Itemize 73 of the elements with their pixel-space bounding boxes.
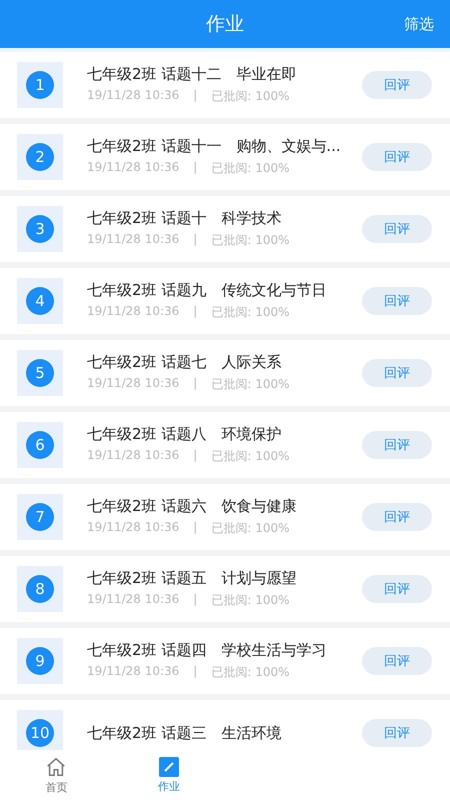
assignment-title: 七年级2班 话题九 传统文化与节日 [87,281,328,300]
assignment-title: 七年级2班 话题四 学校生活与学习 [87,641,328,660]
separator: | [193,88,198,104]
separator: | [193,232,198,248]
filter-link[interactable]: 筛选 [404,14,434,34]
assignment-date: 19/11/28 10:36 [87,88,180,104]
number-badge: 6 [26,431,54,459]
review-status: 已批阅: 100% [211,520,290,537]
assignment-date: 19/11/28 10:36 [87,592,180,608]
review-status: 已批阅: 100% [211,448,290,465]
assignment-row[interactable]: 6 七年级2班 话题八 环境保护 19/11/28 10:36 | 已批阅: 100% 回评 [0,412,450,478]
review-button[interactable]: 回评 [362,575,432,603]
assignment-title: 七年级2班 话题六 饮食与健康 [87,497,298,516]
separator: | [193,376,198,392]
separator: | [193,592,198,608]
review-status: 已批阅: 100% [211,592,290,609]
review-button[interactable]: 回评 [362,719,432,747]
review-button[interactable]: 回评 [362,503,432,531]
assignment-title: 七年级2班 话题十二 毕业在即 [87,65,298,84]
assignment-row[interactable]: 3 七年级2班 话题十 科学技术 19/11/28 10:36 | 已批阅: 100% 回评 [0,196,450,262]
review-button[interactable]: 回评 [362,71,432,99]
assignment-row[interactable]: 5 七年级2班 话题七 人际关系 19/11/28 10:36 | 已批阅: 100% 回评 [0,340,450,406]
number-badge: 9 [26,647,54,675]
assignment-row[interactable]: 10 七年级2班 话题三 生活环境 回评 [0,700,450,750]
assignment-date: 19/11/28 10:36 [87,304,180,320]
review-button[interactable]: 回评 [362,359,432,387]
review-button[interactable]: 回评 [362,287,432,315]
number-badge: 5 [26,359,54,387]
assignment-row[interactable]: 7 七年级2班 话题六 饮食与健康 19/11/28 10:36 | 已批阅: 100% 回评 [0,484,450,550]
assignment-title: 七年级2班 话题十一 购物、文娱与... [87,137,342,156]
review-status: 已批阅: 100% [211,376,290,393]
separator: | [193,520,198,536]
assignment-date: 19/11/28 10:36 [87,232,180,248]
separator: | [193,304,198,320]
assignment-title: 七年级2班 话题八 环境保护 [87,425,282,444]
assignment-date: 19/11/28 10:36 [87,520,180,536]
review-status: 已批阅: 100% [211,664,290,681]
number-badge: 3 [26,215,54,243]
assignment-title: 七年级2班 话题七 人际关系 [87,353,282,372]
home-icon [45,756,68,778]
separator: | [193,448,198,464]
review-status: 已批阅: 100% [211,160,290,177]
assignment-row[interactable]: 9 七年级2班 话题四 学校生活与学习 19/11/28 10:36 | 已批阅: 100% 回评 [0,628,450,694]
assignment-title: 七年级2班 话题十 科学技术 [87,209,282,228]
review-status: 已批阅: 100% [211,304,290,321]
nav-tab[interactable]: 作业 [112,750,225,800]
number-badge: 7 [26,503,54,531]
page-title: 作业 [206,12,244,37]
number-badge: 4 [26,287,54,315]
review-status: 已批阅: 100% [211,232,290,249]
separator: | [193,664,198,680]
number-badge: 2 [26,143,54,171]
review-button[interactable]: 回评 [362,647,432,675]
edit-icon [158,756,179,776]
number-badge: 1 [26,71,54,99]
assignment-date: 19/11/28 10:36 [87,376,180,392]
assignment-row[interactable]: 4 七年级2班 话题九 传统文化与节日 19/11/28 10:36 | 已批阅: 100% 回评 [0,268,450,334]
review-button[interactable]: 回评 [362,431,432,459]
assignment-date: 19/11/28 10:36 [87,664,180,680]
review-button[interactable]: 回评 [362,215,432,243]
assignment-row[interactable]: 2 七年级2班 话题十一 购物、文娱与... 19/11/28 10:36 | 已批阅: 100% 回评 [0,124,450,190]
number-badge: 10 [26,719,54,747]
separator: | [193,160,198,176]
review-button[interactable]: 回评 [362,143,432,171]
assignment-title: 七年级2班 话题五 计划与愿望 [87,569,298,588]
assignment-title: 七年级2班 话题三 生活环境 [87,724,282,742]
assignment-row[interactable]: 1 七年级2班 话题十二 毕业在即 19/11/28 10:36 | 已批阅: 100% 回评 [0,52,450,118]
assignment-date: 19/11/28 10:36 [87,448,180,464]
nav-tab[interactable]: 首页 [0,750,112,800]
review-status: 已批阅: 100% [211,88,290,105]
assignment-date: 19/11/28 10:36 [87,160,180,176]
number-badge: 8 [26,575,54,603]
assignment-row[interactable]: 8 七年级2班 话题五 计划与愿望 19/11/28 10:36 | 已批阅: 100% 回评 [0,556,450,622]
